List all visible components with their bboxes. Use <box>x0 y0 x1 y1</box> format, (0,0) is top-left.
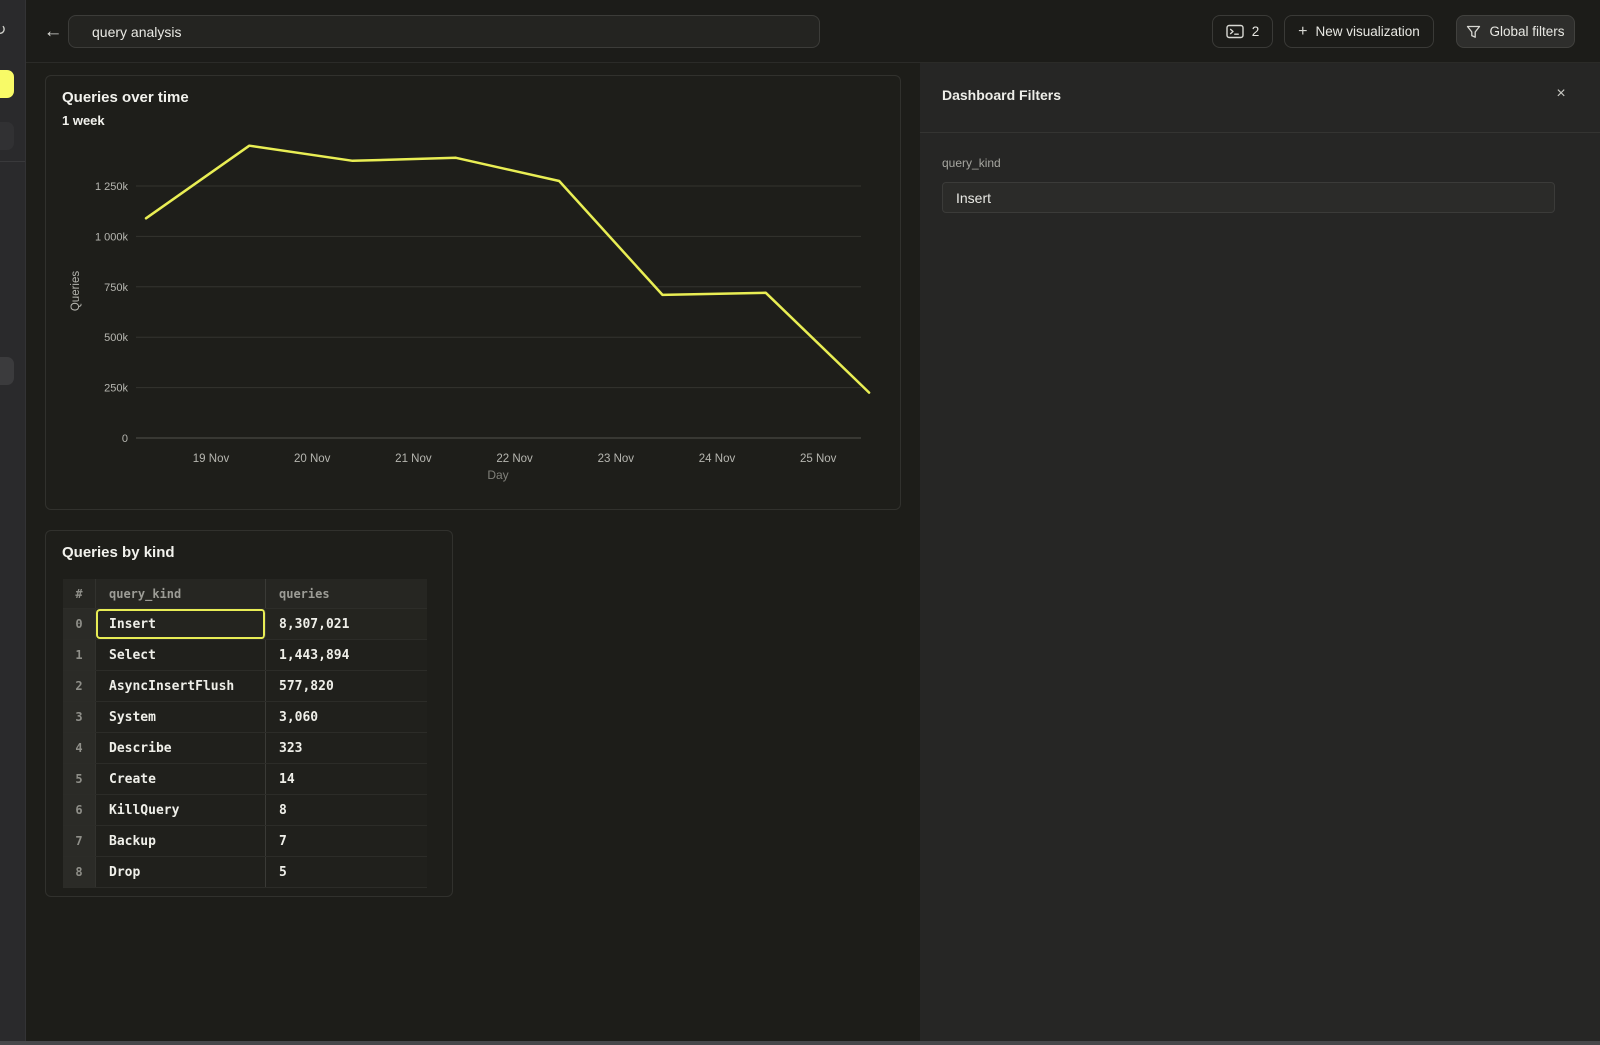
y-tick-label: 500k <box>104 332 128 344</box>
cell-queries: 1,443,894 <box>266 640 427 670</box>
cell-index: 1 <box>63 640 96 670</box>
cell-query-kind[interactable]: AsyncInsertFlush <box>96 671 266 701</box>
header-cell-queries: queries <box>266 579 427 608</box>
cell-queries: 8,307,021 <box>266 609 427 639</box>
filter-field-label: query_kind <box>942 156 1001 170</box>
queries-line-series <box>146 146 869 393</box>
table-card: Queries by kind # query_kind queries 0In… <box>45 530 453 897</box>
cell-query-kind[interactable]: Insert <box>96 609 266 639</box>
table-title: Queries by kind <box>62 544 175 561</box>
sidebar-divider <box>0 161 26 162</box>
dashboard-canvas: Queries over time 1 week 1 250k1 000k750… <box>26 63 920 1045</box>
filters-panel-title: Dashboard Filters <box>942 87 1061 103</box>
cell-queries: 8 <box>266 795 427 825</box>
cell-query-kind[interactable]: KillQuery <box>96 795 266 825</box>
x-tick-label: 23 Nov <box>598 453 635 465</box>
cell-index: 6 <box>63 795 96 825</box>
table-row[interactable]: 1Select1,443,894 <box>63 640 427 671</box>
dashboard-title-input[interactable] <box>68 15 820 48</box>
x-axis-title: Day <box>487 468 508 482</box>
table-header-row: # query_kind queries <box>63 579 427 609</box>
cell-index: 8 <box>63 857 96 887</box>
back-button[interactable]: ← <box>38 17 68 47</box>
sql-console-button[interactable]: 2 <box>1212 15 1273 48</box>
x-tick-label: 25 Nov <box>800 453 837 465</box>
back-arrow-icon: ← <box>44 21 63 42</box>
app-sidebar: ↻ <box>0 0 26 1045</box>
sidebar-item[interactable] <box>0 357 14 385</box>
cell-queries: 14 <box>266 764 427 794</box>
cell-index: 7 <box>63 826 96 856</box>
x-tick-label: 22 Nov <box>496 453 533 465</box>
cell-query-kind[interactable]: Drop <box>96 857 266 887</box>
table-row[interactable]: 4Describe323 <box>63 733 427 764</box>
cell-queries: 577,820 <box>266 671 427 701</box>
x-tick-label: 19 Nov <box>193 453 230 465</box>
new-visualization-button[interactable]: + New visualization <box>1284 15 1434 48</box>
global-filters-button[interactable]: Global filters <box>1456 15 1575 48</box>
y-tick-label: 1 250k <box>95 181 129 193</box>
queries-over-time-chart[interactable]: 1 250k 1 000k 750k 500k 250k 0 19 Nov 20 Nov 21 … <box>46 76 900 509</box>
cell-index: 2 <box>63 671 96 701</box>
chart-card: Queries over time 1 week 1 250k1 000k750… <box>45 75 901 510</box>
cell-index: 0 <box>63 609 96 639</box>
close-icon: × <box>1556 85 1565 102</box>
close-panel-button[interactable]: × <box>1548 81 1574 107</box>
x-tick-label: 24 Nov <box>699 453 736 465</box>
cell-query-kind[interactable]: System <box>96 702 266 732</box>
cell-queries: 323 <box>266 733 427 763</box>
y-tick-label: 250k <box>104 383 128 395</box>
cell-query-kind[interactable]: Backup <box>96 826 266 856</box>
y-tick-label: 750k <box>104 282 128 294</box>
new-visualization-label: New visualization <box>1316 24 1420 39</box>
top-bar: ← 2 + New visualization Global filters <box>26 0 1600 63</box>
table-row[interactable]: 2AsyncInsertFlush577,820 <box>63 671 427 702</box>
cell-index: 4 <box>63 733 96 763</box>
table-row[interactable]: 3System3,060 <box>63 702 427 733</box>
y-tick-label: 1 000k <box>95 231 129 243</box>
plus-icon: + <box>1298 23 1307 41</box>
cell-index: 5 <box>63 764 96 794</box>
cell-query-kind[interactable]: Select <box>96 640 266 670</box>
y-tick-label: 0 <box>122 433 128 445</box>
dashboard-filters-panel: Dashboard Filters × query_kind <box>920 63 1600 1045</box>
cell-query-kind[interactable]: Create <box>96 764 266 794</box>
panel-divider <box>920 132 1600 133</box>
x-tick-label: 20 Nov <box>294 453 331 465</box>
query-kind-filter-input[interactable] <box>942 182 1555 213</box>
x-tick-label: 21 Nov <box>395 453 432 465</box>
table-row[interactable]: 6KillQuery8 <box>63 795 427 826</box>
header-cell-query-kind: query_kind <box>96 579 266 608</box>
cell-index: 3 <box>63 702 96 732</box>
cell-queries: 5 <box>266 857 427 887</box>
filter-funnel-icon <box>1466 25 1481 39</box>
y-axis-title: Queries <box>70 271 82 312</box>
refresh-icon[interactable]: ↻ <box>0 20 6 40</box>
cell-queries: 3,060 <box>266 702 427 732</box>
sidebar-item[interactable] <box>0 122 14 150</box>
table-row[interactable]: 8Drop5 <box>63 857 427 888</box>
sidebar-item-active[interactable] <box>0 70 14 98</box>
queries-by-kind-table: # query_kind queries 0Insert8,307,0211Se… <box>63 579 427 888</box>
header-cell-index: # <box>63 579 96 608</box>
global-filters-label: Global filters <box>1489 24 1564 39</box>
cell-queries: 7 <box>266 826 427 856</box>
table-row[interactable]: 0Insert8,307,021 <box>63 609 427 640</box>
table-row[interactable]: 5Create14 <box>63 764 427 795</box>
horizontal-scrollbar[interactable] <box>0 1041 1600 1045</box>
console-count: 2 <box>1252 24 1260 39</box>
sql-console-icon <box>1226 24 1244 39</box>
table-row[interactable]: 7Backup7 <box>63 826 427 857</box>
cell-query-kind[interactable]: Describe <box>96 733 266 763</box>
